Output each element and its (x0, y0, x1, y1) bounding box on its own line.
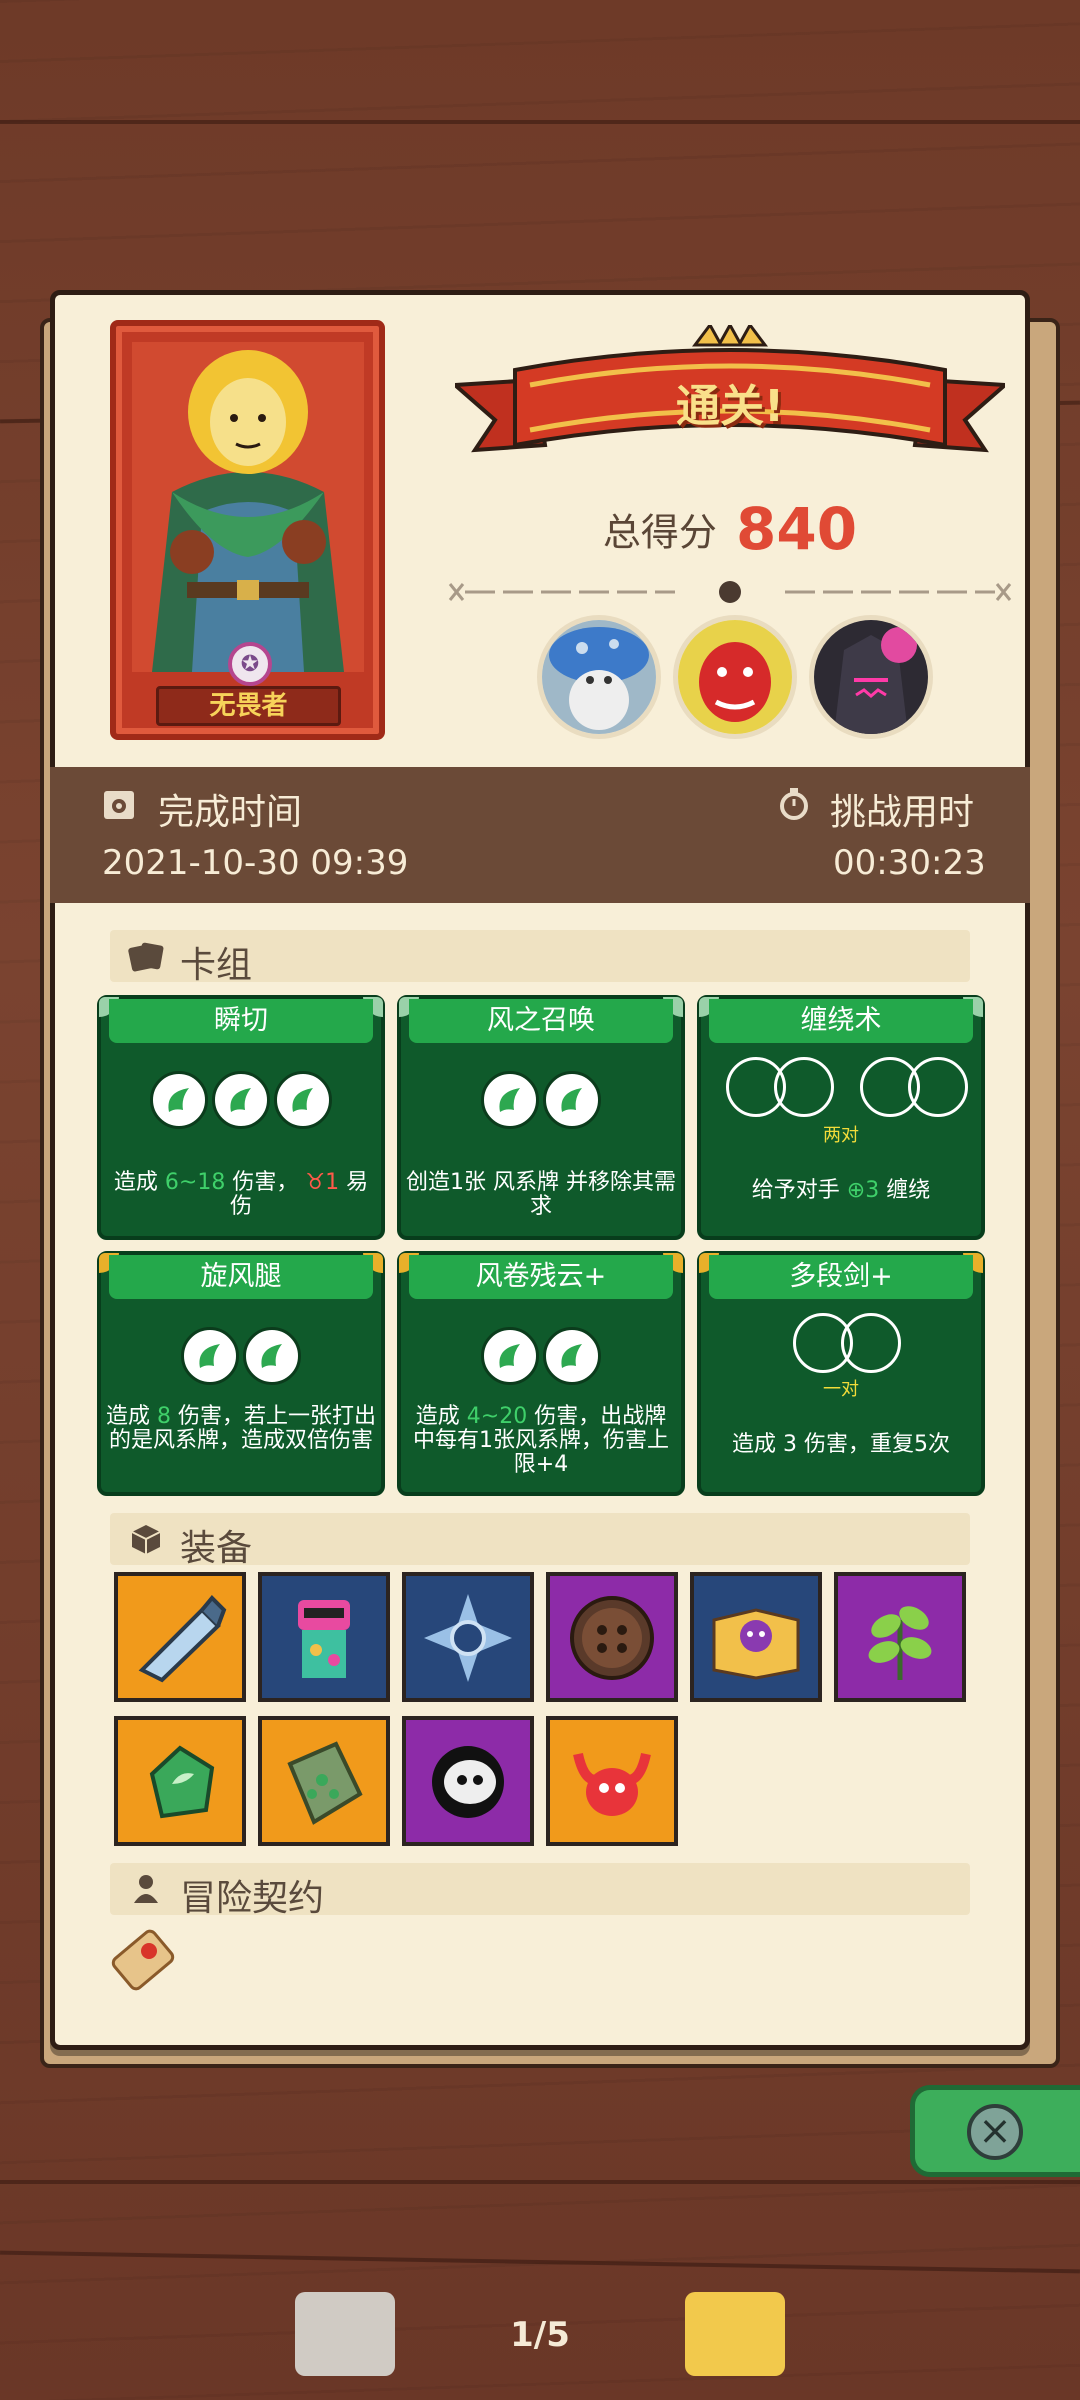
wind-orb-icon (543, 1071, 601, 1129)
equip-mossy-stone-icon[interactable] (258, 1716, 390, 1846)
card-shun-qie[interactable]: 瞬切 造成 6~18 伤害， ♉1 易伤 (97, 995, 385, 1240)
equip-cursed-skull-icon[interactable] (402, 1716, 534, 1846)
card-feng-zhi-zhao-huan[interactable]: 风之召唤 创造1张 风系牌 并移除其需求 (397, 995, 685, 1240)
wind-orb-icon (181, 1327, 239, 1385)
person-icon (134, 1875, 158, 1903)
wind-orb-icon (243, 1327, 301, 1385)
card-cost (101, 1071, 381, 1129)
card-cost (701, 1313, 981, 1373)
score-value: 840 (736, 495, 858, 563)
card-description: 创造1张 风系牌 并移除其需求 (406, 1170, 676, 1219)
victory-banner: 通关! (450, 321, 1010, 475)
complete-time-label: 完成时间 (158, 792, 303, 833)
wind-orb-icon (274, 1071, 332, 1129)
wind-orb-icon (481, 1071, 539, 1129)
time-band: 完成时间 2021-10-30 09:39 挑战用时 00:30:23 (50, 767, 1030, 903)
card-description: 造成 3 伤害，重复5次 (732, 1432, 950, 1457)
card-chan-rao-shu[interactable]: 缠绕术 两对 给予对手 ⊕3 缠绕 (697, 995, 985, 1240)
card-feng-juan-can-yun[interactable]: 风卷残云+ 造成 4~20 伤害，出战牌中每有1张风系牌，伤害上限+4 (397, 1251, 685, 1496)
cost-pair-label: 一对 (823, 1379, 859, 1400)
card-cost (401, 1327, 681, 1385)
victory-title: 通关! (675, 381, 785, 432)
equip-leaf-sprig-icon[interactable] (834, 1572, 966, 1702)
contract-section-header: 冒险契约 (110, 1863, 970, 1919)
box-icon (131, 1525, 161, 1554)
card-xuan-feng-tui[interactable]: 旋风腿 造成 8 伤害，若上一张打出的是风系牌，造成双倍伤害 (97, 1251, 385, 1496)
card-name: 瞬切 (109, 999, 373, 1043)
card-name: 风之召唤 (409, 999, 673, 1043)
complete-time-value: 2021-10-30 09:39 (102, 843, 409, 883)
scroll-contract-icon[interactable] (103, 1923, 183, 2003)
card-name: 旋风腿 (109, 1255, 373, 1299)
duration-value: 00:30:23 (833, 843, 986, 883)
equip-broken-saw-icon[interactable] (114, 1572, 246, 1702)
cards-icon (128, 942, 164, 972)
equip-demon-horns-icon[interactable] (546, 1716, 678, 1846)
wind-orb-icon (481, 1327, 539, 1385)
next-page-button[interactable] (685, 2292, 785, 2376)
equip-star-crest-icon[interactable] (402, 1572, 534, 1702)
close-icon: × (967, 2104, 1023, 2160)
prev-page-button[interactable] (295, 2292, 395, 2376)
hero-portrait[interactable]: ✪ 无畏者 (110, 320, 385, 740)
page-indicator: 1/5 (510, 2315, 570, 2355)
close-button[interactable]: × (910, 2085, 1080, 2177)
boss-dark-knight-icon[interactable] (809, 615, 933, 739)
card-description: 给予对手 ⊕3 缠绕 (751, 1178, 931, 1203)
duration-label: 挑战用时 (830, 792, 975, 833)
equipment-section-header: 装备 (110, 1513, 970, 1569)
equip-totem-mask-icon[interactable] (258, 1572, 390, 1702)
card-name: 风卷残云+ (409, 1255, 673, 1299)
cost-pair-label: 两对 (823, 1125, 859, 1146)
score-row: 总得分 840 (455, 495, 1005, 563)
hero-illustration (132, 342, 364, 672)
card-cost (101, 1327, 381, 1385)
card-duo-duan-jian[interactable]: 多段剑+ 一对 造成 3 伤害，重复5次 (697, 1251, 985, 1496)
deck-title: 卡组 (180, 945, 253, 986)
wind-orb-icon (543, 1327, 601, 1385)
contract-title: 冒险契约 (180, 1878, 325, 1919)
defeated-bosses (525, 615, 945, 745)
equipment-title: 装备 (180, 1528, 253, 1569)
card-description: 造成 4~20 伤害，出战牌中每有1张风系牌，伤害上限+4 (413, 1404, 669, 1477)
score-label: 总得分 (602, 510, 717, 555)
card-cost (401, 1071, 681, 1129)
equip-skull-tome-icon[interactable] (690, 1572, 822, 1702)
hero-name: 无畏者 (156, 686, 341, 726)
boss-mushroom-sage-icon[interactable] (537, 615, 661, 739)
card-description: 造成 8 伤害，若上一张打出的是风系牌，造成双倍伤害 (105, 1404, 377, 1453)
wind-orb-icon (150, 1071, 208, 1129)
card-name: 缠绕术 (709, 999, 973, 1043)
result-panel: ✪ 无畏者 通关! 总得分 840 完成时间 2021-10-30 09:39 … (50, 290, 1030, 2050)
card-cost (701, 1057, 981, 1117)
boss-red-demon-icon[interactable] (673, 615, 797, 739)
stopwatch-icon (780, 788, 808, 820)
hero-class-emblem-icon: ✪ (228, 642, 272, 686)
equip-wooden-button-icon[interactable] (546, 1572, 678, 1702)
card-name: 多段剑+ (709, 1255, 973, 1299)
calendar-icon (104, 791, 134, 819)
deck-section-header: 卡组 (110, 930, 970, 986)
card-description: 造成 6~18 伤害， ♉1 易伤 (113, 1170, 369, 1219)
wind-orb-icon (212, 1071, 270, 1129)
ornament-divider (448, 581, 1012, 603)
equip-green-gem-icon[interactable] (114, 1716, 246, 1846)
